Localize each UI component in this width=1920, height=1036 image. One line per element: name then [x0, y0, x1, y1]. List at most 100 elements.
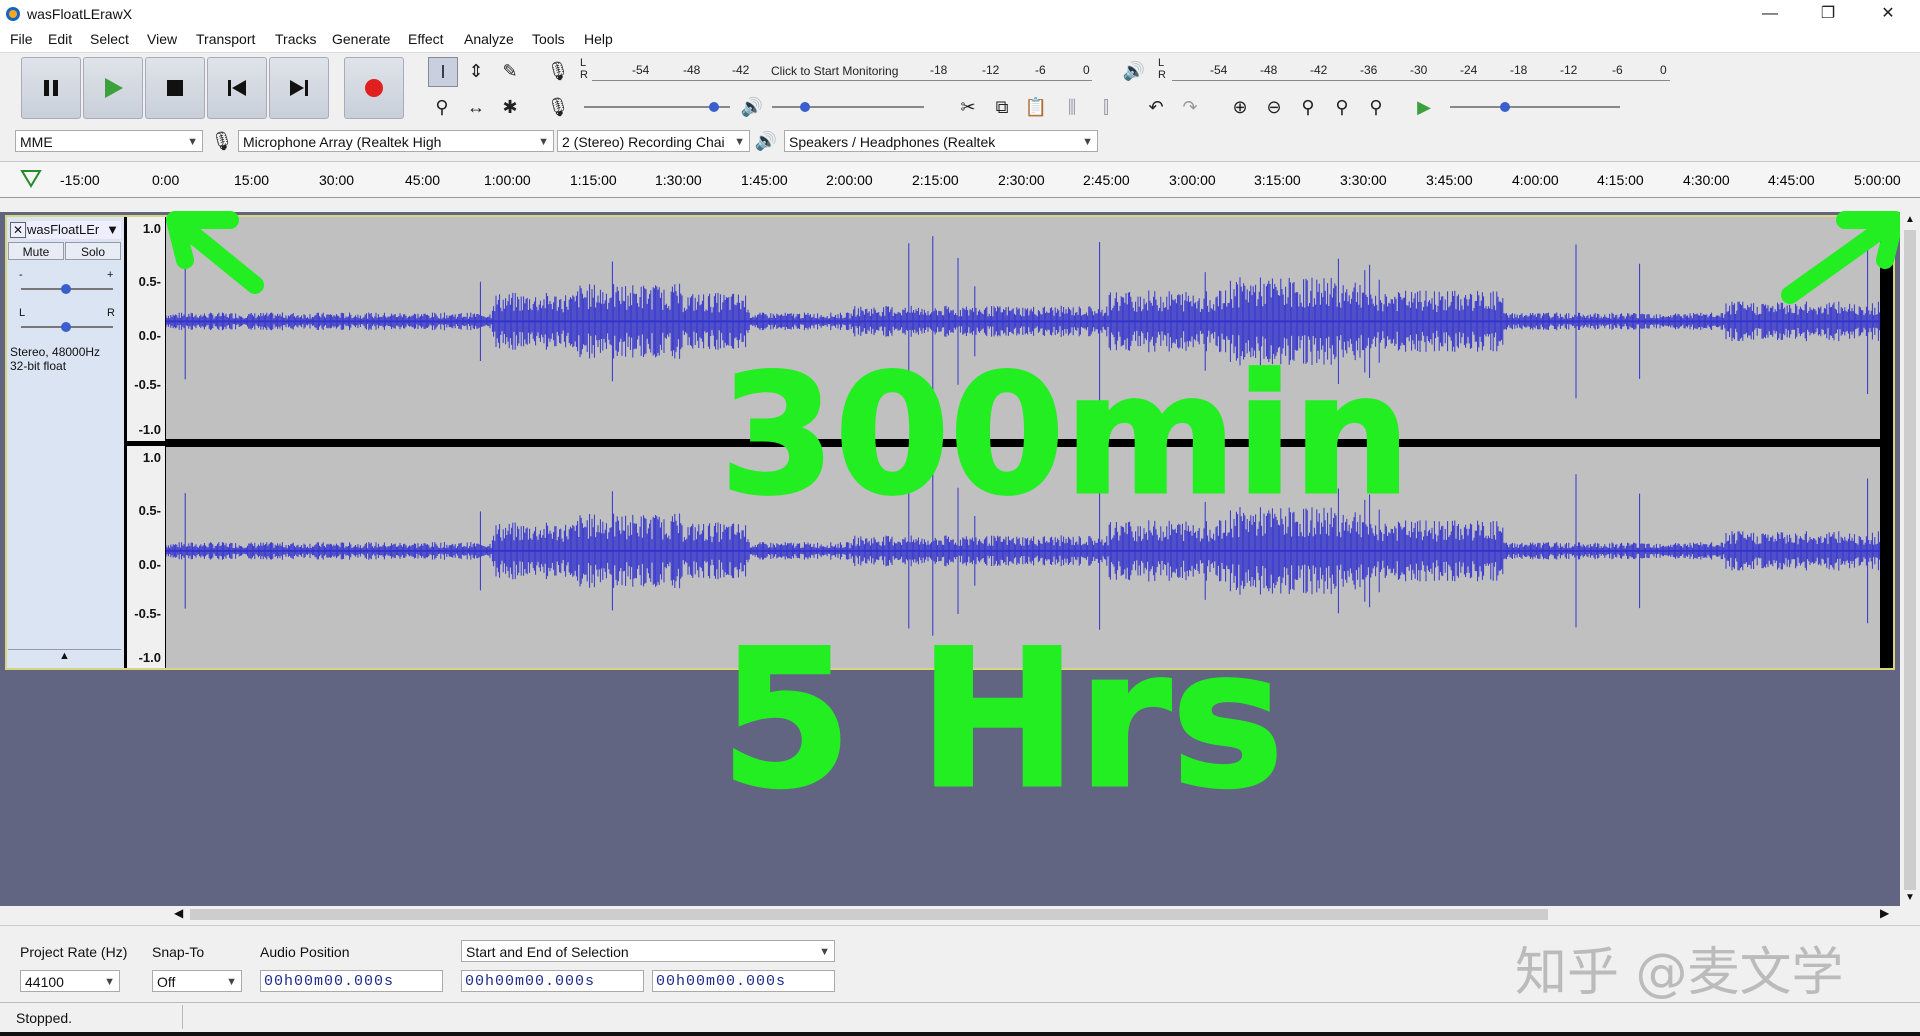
minimize-button[interactable]: —	[1742, 0, 1798, 28]
record-meter-tick: -54	[632, 63, 650, 77]
play-meter-tick: -54	[1210, 63, 1228, 77]
draw-tool-icon[interactable]: ✎	[496, 57, 524, 85]
menu-select[interactable]: Select	[90, 31, 129, 47]
microphone-icon: 🎙	[210, 130, 234, 151]
watermark: 知乎 @麦文学	[1515, 943, 1844, 1003]
skip-to-start-button[interactable]	[207, 57, 267, 119]
horizontal-scrollbar[interactable]: ◀ ▶	[0, 906, 1900, 923]
play-button[interactable]	[83, 57, 143, 119]
scroll-up-icon[interactable]: ▲	[1905, 214, 1915, 225]
trim-icon[interactable]: ⫼	[1058, 93, 1086, 121]
recording-channels-select[interactable]: 2 (Stereo) Recording Chai ▼	[557, 130, 750, 152]
solo-button[interactable]: Solo	[65, 242, 121, 260]
gain-slider-thumb[interactable]	[61, 284, 71, 294]
vertical-scrollbar[interactable]: ▲ ▼	[1900, 212, 1920, 906]
play-meter-bar[interactable]	[1172, 80, 1670, 81]
chevron-down-icon: ▼	[104, 976, 115, 988]
skip-to-end-button[interactable]	[269, 57, 329, 119]
recording-device-select[interactable]: Microphone Array (Realtek High ▼	[238, 130, 554, 152]
skip-end-icon	[290, 80, 308, 96]
mute-button[interactable]: Mute	[8, 242, 64, 260]
status-divider	[182, 1005, 183, 1029]
selection-tool-icon[interactable]: I	[428, 57, 458, 87]
zoom-out-icon[interactable]: ⊖	[1260, 93, 1288, 121]
audio-position-time[interactable]: 00h00m00.000s	[260, 970, 443, 992]
play-at-speed-thumb[interactable]	[1500, 102, 1510, 112]
play-at-speed-slider[interactable]	[1450, 106, 1620, 108]
zoom-in-icon[interactable]: ⊕	[1226, 93, 1254, 121]
fit-project-icon[interactable]: ⚲	[1328, 93, 1356, 121]
selection-end-time[interactable]: 00h00m00.000s	[652, 970, 835, 992]
vertical-scroll-thumb[interactable]	[1904, 230, 1916, 890]
menu-generate[interactable]: Generate	[332, 31, 390, 47]
zoom-tool-icon[interactable]: ⚲	[428, 93, 456, 121]
scroll-right-icon[interactable]: ▶	[1880, 906, 1889, 920]
envelope-tool-icon[interactable]: ⇕	[462, 57, 490, 85]
pause-icon	[44, 80, 58, 96]
pan-right-label: R	[107, 307, 115, 319]
multi-tool-icon[interactable]: ✱	[496, 93, 524, 121]
menu-tracks[interactable]: Tracks	[275, 31, 316, 47]
record-meter-mic-icon[interactable]: 🎙	[544, 57, 572, 85]
ruler-tick: 3:45:00	[1426, 172, 1473, 188]
record-button[interactable]	[344, 57, 404, 119]
pan-left-label: L	[19, 307, 26, 319]
cut-icon[interactable]: ✂	[954, 93, 982, 121]
track-close-icon[interactable]: ✕	[10, 222, 26, 238]
collapse-track-icon[interactable]: ▲	[8, 649, 121, 666]
snap-to-select[interactable]: Off ▼	[152, 970, 242, 992]
chevron-down-icon: ▼	[1082, 136, 1093, 148]
record-volume-thumb[interactable]	[709, 102, 719, 112]
project-rate-select[interactable]: 44100 ▼	[20, 970, 120, 992]
playback-volume-slider[interactable]	[772, 106, 924, 108]
selection-mode-select[interactable]: Start and End of Selection ▼	[461, 940, 835, 962]
play-meter-speaker-icon[interactable]: 🔊	[1120, 57, 1148, 85]
undo-icon[interactable]: ↶	[1142, 93, 1170, 121]
menu-file[interactable]: File	[10, 31, 33, 47]
ruler-tick: 3:00:00	[1169, 172, 1216, 188]
record-meter-bar[interactable]	[592, 80, 1092, 81]
close-button[interactable]: ✕	[1860, 0, 1916, 28]
play-head-icon[interactable]	[20, 168, 42, 188]
menu-effect[interactable]: Effect	[408, 31, 444, 47]
copy-icon[interactable]: ⧉	[988, 93, 1016, 121]
track-bit-depth-info: 32-bit float	[10, 359, 67, 373]
menu-analyze[interactable]: Analyze	[464, 31, 514, 47]
silence-icon[interactable]: ⫿	[1092, 93, 1120, 121]
chevron-down-icon: ▼	[226, 976, 237, 988]
menu-tools[interactable]: Tools	[532, 31, 565, 47]
vruler-label: -0.5-	[134, 606, 161, 621]
horizontal-scroll-thumb[interactable]	[190, 909, 1548, 920]
time-shift-tool-icon[interactable]: ↔	[462, 93, 490, 121]
scroll-down-icon[interactable]: ▼	[1905, 892, 1915, 903]
menu-edit[interactable]: Edit	[48, 31, 72, 47]
menu-transport[interactable]: Transport	[196, 31, 255, 47]
pan-slider-thumb[interactable]	[61, 322, 71, 332]
audacity-logo-icon	[6, 7, 20, 21]
menu-view[interactable]: View	[147, 31, 177, 47]
fit-selection-icon[interactable]: ⚲	[1294, 93, 1322, 121]
annotation-5-hrs: 5 Hrs	[718, 609, 1285, 830]
record-icon	[365, 79, 383, 97]
playback-volume-thumb[interactable]	[800, 102, 810, 112]
play-at-speed-icon[interactable]: ▶	[1410, 93, 1438, 121]
status-bar: Stopped.	[0, 1002, 1920, 1033]
track-name-menu[interactable]: wasFloatLEr ▼	[27, 221, 121, 239]
stop-icon	[167, 80, 183, 96]
maximize-button[interactable]: ❐	[1800, 0, 1856, 28]
pause-button[interactable]	[21, 57, 81, 119]
vruler-label: 1.0	[142, 221, 161, 236]
record-meter-tick: -6	[1035, 63, 1046, 77]
paste-icon[interactable]: 📋	[1022, 93, 1050, 121]
play-meter-tick: -30	[1410, 63, 1428, 77]
redo-icon[interactable]: ↷	[1176, 93, 1204, 121]
audio-host-select[interactable]: MME ▼	[15, 130, 203, 152]
playback-device-select[interactable]: Speakers / Headphones (Realtek ▼	[784, 130, 1098, 152]
selection-start-time[interactable]: 00h00m00.000s	[461, 970, 644, 992]
stop-button[interactable]	[145, 57, 205, 119]
timeline-ruler[interactable]: -15:00 0:00 15:00 30:00 45:00 1:00:00 1:…	[0, 161, 1920, 198]
scroll-left-icon[interactable]: ◀	[174, 906, 183, 920]
menu-help[interactable]: Help	[584, 31, 613, 47]
zoom-toggle-icon[interactable]: ⚲	[1362, 93, 1390, 121]
click-to-start-monitoring[interactable]: Click to Start Monitoring	[771, 64, 898, 78]
